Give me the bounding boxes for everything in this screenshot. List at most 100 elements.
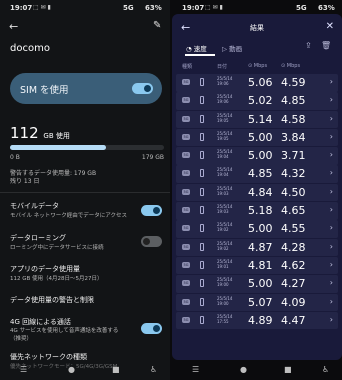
server-badge-icon: 5G <box>182 298 190 305</box>
share-icon[interactable]: ⇪ <box>305 41 312 50</box>
chevron-right-icon[interactable]: › <box>330 150 333 159</box>
chevron-right-icon[interactable]: › <box>330 95 333 104</box>
server-badge-icon: 5G <box>182 188 190 195</box>
chevron-right-icon[interactable]: › <box>330 242 333 251</box>
recent-apps-icon[interactable]: ■ <box>284 365 292 374</box>
result-row[interactable]: 5G 25/5/14 19:03 5.18 4.65 › <box>176 202 338 220</box>
result-date: 25/5/14 19:00 <box>217 277 233 288</box>
chevron-right-icon[interactable]: › <box>330 260 333 269</box>
phone-icon <box>200 297 204 306</box>
chevron-right-icon[interactable]: › <box>330 168 333 177</box>
divider <box>0 192 170 193</box>
upload-speed: 4.65 <box>281 204 306 218</box>
accessibility-icon[interactable]: ♿ <box>322 365 329 374</box>
result-row[interactable]: 5G 25/5/14 17:55 4.89 4.47 › <box>176 311 338 330</box>
setting-subtitle-2: （推奨） <box>10 336 33 342</box>
upload-speed: 4.28 <box>281 240 306 254</box>
result-date: 25/5/14 19:03 <box>217 185 233 196</box>
chevron-right-icon[interactable]: › <box>330 223 333 232</box>
result-date: 25/5/14 19:02 <box>217 222 233 233</box>
server-badge-icon: 5G <box>182 261 190 268</box>
accessibility-icon[interactable]: ♿ <box>150 365 157 374</box>
sim-toggle-switch[interactable] <box>132 83 153 94</box>
phone-icon <box>200 260 204 269</box>
sim-toggle-label: SIM を使用 <box>20 85 69 96</box>
upload-speed: 4.32 <box>281 167 306 181</box>
home-icon[interactable]: ● <box>68 365 75 374</box>
setting-subtitle: 4G サービスを使用して音声通話を改善する <box>10 328 119 334</box>
tab-video[interactable]: ▷ 動画 <box>222 43 242 53</box>
result-row[interactable]: 5G 25/5/14 19:04 5.00 3.71 › <box>176 147 338 165</box>
upload-speed: 4.47 <box>281 313 306 327</box>
status-bar: 19:07 ⬚ ✉ ▮ 5G 63% <box>172 0 342 14</box>
menu-icon[interactable]: ☰ <box>20 365 27 374</box>
status-time: 19:07 <box>182 4 205 12</box>
chevron-right-icon[interactable]: › <box>330 77 333 86</box>
recent-apps-icon[interactable]: ■ <box>112 365 120 374</box>
back-arrow-icon[interactable]: ← <box>9 20 18 33</box>
result-row[interactable]: 5G 25/5/14 19:00 5.00 4.27 › <box>176 275 338 293</box>
notification-icons: ⬚ ✉ ▮ <box>205 4 223 11</box>
menu-icon[interactable]: ☰ <box>192 365 199 374</box>
usage-remaining-text: 残り 13 日 <box>10 178 40 185</box>
chevron-right-icon[interactable]: › <box>330 297 333 306</box>
trash-icon[interactable]: 🗑 <box>321 41 331 50</box>
upload-speed: 3.84 <box>281 130 306 144</box>
pencil-icon[interactable]: ✎ <box>153 20 161 31</box>
upload-speed: 4.50 <box>281 185 306 199</box>
result-row[interactable]: 5G 25/5/14 19:05 5.14 4.58 › <box>176 110 338 129</box>
result-row[interactable]: 5G 25/5/14 19:01 4.81 4.62 › <box>176 256 338 275</box>
server-badge-icon: 5G <box>182 316 190 323</box>
result-row[interactable]: 5G 25/5/14 19:03 4.84 4.50 › <box>176 183 338 202</box>
result-row[interactable]: 5G 25/5/14 19:02 4.87 4.28 › <box>176 238 338 257</box>
server-badge-icon: 5G <box>182 170 190 177</box>
chevron-right-icon[interactable]: › <box>330 315 333 324</box>
result-row[interactable]: 5G 25/5/14 19:02 5.00 4.55 › <box>176 220 338 238</box>
chevron-right-icon[interactable]: › <box>330 114 333 123</box>
data-roaming-toggle[interactable] <box>141 236 162 247</box>
result-row[interactable]: 5G 25/5/14 19:05 5.00 3.84 › <box>176 128 338 147</box>
header-upload: ⊙ Mbps <box>281 63 301 69</box>
chevron-right-icon[interactable]: › <box>330 278 333 287</box>
result-date: 25/5/14 19:04 <box>217 167 233 178</box>
server-badge-icon: 5G <box>182 97 190 104</box>
download-speed: 5.00 <box>248 149 273 163</box>
download-speed: 5.02 <box>248 94 273 108</box>
result-row[interactable]: 5G 25/5/14 19:00 5.07 4.09 › <box>176 293 338 312</box>
page-title: docomo <box>10 43 50 54</box>
data-usage-unit: GB 使用 <box>43 132 70 140</box>
data-usage-bar-fill <box>10 145 107 150</box>
results-list: 5G 25/5/14 19:06 5.06 4.59 › 5G 25/5/14 19:06 5.0… <box>176 74 338 330</box>
server-badge-icon: 5G <box>182 225 190 232</box>
download-speed: 4.81 <box>248 258 273 272</box>
phone-icon <box>200 279 204 288</box>
result-row[interactable]: 5G 25/5/14 19:06 5.02 4.85 › <box>176 92 338 110</box>
setting-title: アプリのデータ使用量 <box>10 265 80 273</box>
upload-speed: 4.62 <box>281 258 306 272</box>
4g-calling-toggle[interactable] <box>141 323 162 334</box>
result-row[interactable]: 5G 25/5/14 19:04 4.85 4.32 › <box>176 165 338 183</box>
navigation-bar: ☰ ● ■ ♿ <box>172 362 342 380</box>
active-tab-indicator <box>185 54 215 56</box>
server-badge-icon: 5G <box>182 207 190 214</box>
result-date: 25/5/14 17:55 <box>217 313 233 324</box>
result-row[interactable]: 5G 25/5/14 19:06 5.06 4.59 › <box>176 74 338 92</box>
result-date: 25/5/14 19:04 <box>217 149 233 160</box>
server-badge-icon: 5G <box>182 79 190 85</box>
chevron-right-icon[interactable]: › <box>330 132 333 141</box>
chevron-right-icon[interactable]: › <box>330 205 333 214</box>
notification-icons: ⬚ ✉ ▮ <box>33 4 51 11</box>
home-icon[interactable]: ● <box>240 365 247 374</box>
status-time: 19:07 <box>10 4 33 12</box>
sim-toggle-card[interactable]: SIM を使用 <box>10 73 162 104</box>
usage-max-label: 179 GB <box>141 154 164 161</box>
result-date: 25/5/14 19:02 <box>217 240 233 251</box>
tab-speed[interactable]: ◔ 速度 <box>186 43 207 53</box>
server-badge-icon: 5G <box>182 243 190 250</box>
chevron-right-icon[interactable]: › <box>330 187 333 196</box>
result-date: 25/5/14 19:01 <box>217 258 233 269</box>
close-icon[interactable]: ✕ <box>326 21 334 32</box>
result-date: 25/5/14 19:00 <box>217 295 233 306</box>
download-speed: 4.89 <box>248 313 273 327</box>
mobile-data-toggle[interactable] <box>141 205 162 216</box>
